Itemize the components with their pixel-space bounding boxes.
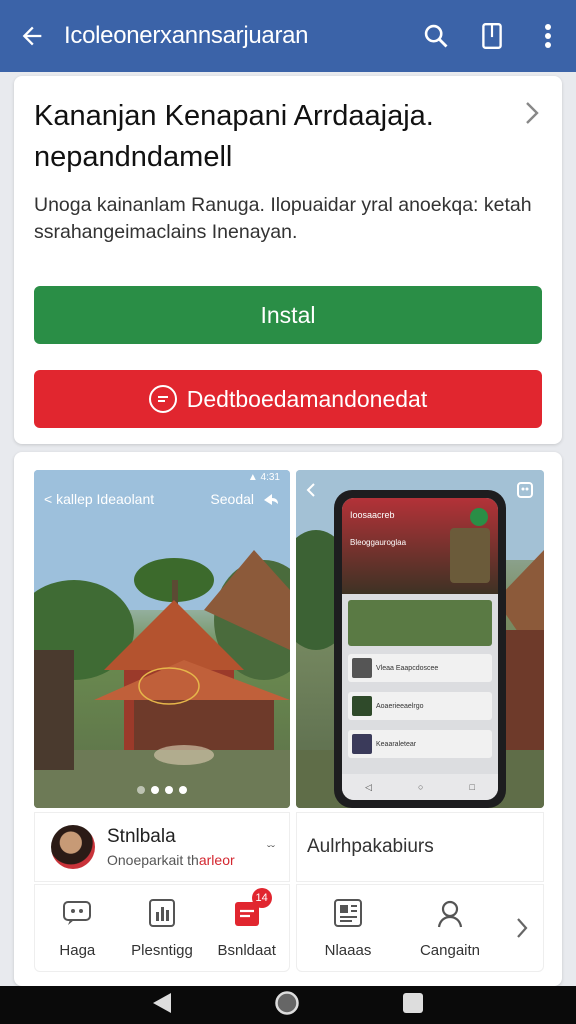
tab-label: Cangaitn	[419, 941, 481, 959]
back-arrow-icon	[22, 26, 42, 46]
developer-subtitle: Onoeparkait tharleor	[107, 852, 235, 868]
install-label: Instal	[260, 301, 316, 328]
download-label: Dedtboedamandonedat	[186, 385, 428, 412]
developer-extra: ˇˇ	[267, 843, 275, 857]
phone-screen-title: Ioosaacreb	[350, 510, 395, 520]
developer-avatar	[51, 825, 95, 869]
search-icon	[424, 24, 448, 48]
notification-badge: 14	[251, 887, 272, 908]
chevron-left-icon	[306, 483, 315, 497]
carousel-dot	[179, 786, 187, 794]
phone-mockup: Ioosaacreb Bleoggauroglaa Vleaa Eaapcdos…	[334, 490, 506, 808]
shot1-header: < kallep Ideaolant Seodal	[34, 470, 290, 528]
app-bar: Icoleonerxannsarjuaran	[0, 0, 576, 72]
shot1-right-label: Seodal	[210, 491, 254, 507]
phone-row: Vleaa Eaapcdoscee	[348, 654, 492, 682]
phone-screen-header: Ioosaacreb Bleoggauroglaa	[342, 498, 498, 594]
phone-nav: ◁ ○ □	[342, 774, 498, 800]
phone-screen: Ioosaacreb Bleoggauroglaa Vleaa Eaapcdos…	[342, 498, 498, 800]
phone-action-icon	[470, 508, 488, 526]
image-icon	[517, 482, 533, 498]
chevron-right-icon	[517, 918, 528, 938]
about-row[interactable]: Aulrhpakabiurs	[296, 812, 544, 882]
person-icon	[437, 900, 463, 927]
shot1-back-label: < kallep Ideaolant	[44, 491, 155, 507]
install-button[interactable]: Instal	[34, 286, 542, 344]
app-info-card: Kananjan Kenapani Arrdaajaja. nepandndam…	[14, 76, 562, 444]
tab-haga[interactable]: Haga	[35, 885, 120, 971]
action-tabs-right: Nlaaas Cangaitn	[296, 884, 544, 972]
back-button[interactable]	[0, 0, 64, 72]
tab-nlaaas[interactable]: Nlaaas	[297, 885, 399, 971]
about-label: Aulrhpakabiurs	[307, 836, 434, 857]
phone-banner	[348, 600, 492, 646]
chevron-right-icon	[526, 102, 539, 124]
nav-back-button[interactable]	[151, 991, 173, 1020]
details-button[interactable]	[524, 100, 540, 131]
action-tabs-left: Haga Plesntigg 14 Bsnldaat	[34, 884, 290, 972]
carousel-dot	[151, 786, 159, 794]
tab-label: Nlaaas	[324, 941, 372, 959]
tab-plesntigg[interactable]: Plesntigg	[120, 885, 205, 971]
phone-screen-sub: Bleoggauroglaa	[350, 538, 407, 547]
phone-row: Aoaerieeaelrgo	[348, 692, 492, 720]
app-description: Unoga kainanlam Ranuga. Ilopuaidar yral …	[34, 194, 532, 243]
phone-header-image	[450, 528, 490, 583]
screenshot-1[interactable]: ▲ 4:31 < kallep Ideaolant Seodal	[34, 470, 290, 808]
download-button[interactable]: Dedtboedamandonedat	[34, 370, 542, 428]
share-icon	[264, 494, 278, 505]
phone-row: Keaaraletear	[348, 730, 492, 758]
app-bar-title: Icoleonerxannsarjuaran	[64, 22, 309, 49]
nav-recents-button[interactable]	[401, 991, 425, 1020]
carousel-dot	[137, 786, 145, 794]
more-vert-icon	[545, 24, 551, 48]
tab-bsnldaat[interactable]: 14 Bsnldaat	[204, 885, 289, 971]
nav-back-icon	[152, 992, 171, 1013]
tab-cangaitn[interactable]: Cangaitn	[399, 885, 501, 971]
chat-icon	[63, 900, 92, 925]
chart-icon	[149, 898, 175, 927]
tab-label: Bsnldaat	[217, 941, 276, 959]
carousel-dot	[165, 786, 173, 794]
system-nav-bar	[0, 986, 576, 1024]
screenshot-2[interactable]: Ioosaacreb Bleoggauroglaa Vleaa Eaapcdos…	[296, 470, 544, 808]
tab-label: Haga	[59, 941, 96, 959]
tab-label: Plesntigg	[131, 941, 193, 959]
download-icon	[148, 385, 177, 413]
app-title: Kananjan Kenapani Arrdaajaja. nepandndam…	[34, 100, 434, 173]
nav-home-button[interactable]	[274, 990, 300, 1021]
more-options-button[interactable]	[520, 0, 576, 72]
bookmark-icon	[482, 22, 502, 50]
carousel-dots	[34, 786, 290, 794]
news-icon	[334, 898, 362, 927]
bookmark-button[interactable]	[464, 0, 520, 72]
developer-name: Stnlbala	[107, 826, 176, 847]
more-tabs-button[interactable]	[501, 885, 543, 971]
nav-recents-icon	[403, 992, 424, 1013]
search-button[interactable]	[408, 0, 464, 72]
nav-home-icon	[275, 990, 299, 1015]
developer-row[interactable]: Stnlbala Onoeparkait tharleor ˇˇ	[34, 812, 290, 882]
media-card: ▲ 4:31 < kallep Ideaolant Seodal Ioosaac…	[14, 452, 562, 986]
